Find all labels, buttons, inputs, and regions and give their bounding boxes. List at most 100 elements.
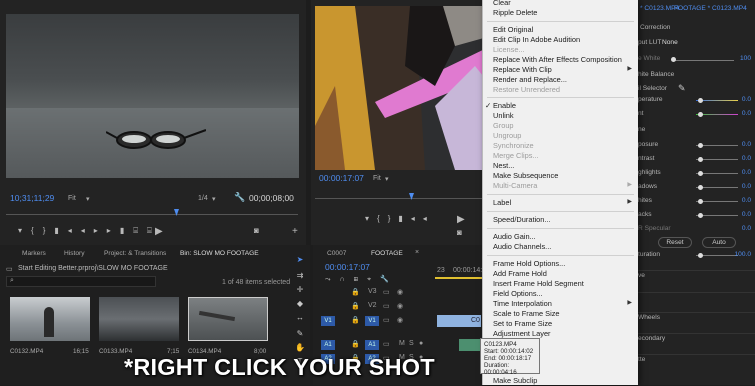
lumetri-footage-tab[interactable]: FOOTAGE * C0123.MP4 <box>674 5 747 12</box>
source-fit-dropdown[interactable]: Fit <box>68 195 76 202</box>
pen-tool-icon[interactable]: ✎ <box>295 329 305 339</box>
lock-icon[interactable]: 🔒 <box>351 288 360 296</box>
program-fit-dropdown[interactable]: Fit <box>373 175 381 182</box>
clip-thumbnail[interactable] <box>188 297 268 341</box>
sync-icon[interactable]: ▭ <box>383 316 390 324</box>
chevron-down-icon[interactable]: ▾ <box>385 175 389 183</box>
mute-button[interactable]: M <box>399 340 405 347</box>
lock-icon[interactable]: 🔒 <box>351 302 360 310</box>
eyedropper-icon[interactable]: ✎ <box>678 83 686 94</box>
creative-section[interactable]: ve <box>638 272 645 279</box>
eye-icon[interactable]: ◉ <box>397 316 403 324</box>
chevron-down-icon[interactable]: ▾ <box>212 195 216 203</box>
menu-item-enable[interactable]: Enable <box>493 101 516 111</box>
contrast-value[interactable]: 0.0 <box>742 154 751 164</box>
menu-item-field-options[interactable]: Field Options... <box>493 289 543 299</box>
menu-item-label[interactable]: Label <box>493 198 511 208</box>
menu-item-time-interpolation[interactable]: Time Interpolation <box>493 299 552 309</box>
clip-thumbnail[interactable] <box>99 297 179 341</box>
program-scrubber[interactable] <box>315 198 489 199</box>
source-timecode[interactable]: 10;31;11;29 <box>10 193 54 203</box>
track-target-a1[interactable]: A1 <box>365 340 379 350</box>
source-patch-v1[interactable]: V1 <box>321 316 335 326</box>
white-value[interactable]: 100 <box>740 55 751 62</box>
menu-item-nest[interactable]: Nest... <box>493 161 514 171</box>
menu-item-speed-duration[interactable]: Speed/Duration... <box>493 215 551 225</box>
color-wheels-section[interactable]: Wheels <box>638 314 660 321</box>
track-select-tool-icon[interactable]: ⇉ <box>295 271 305 281</box>
whites-value[interactable]: 0.0 <box>742 196 751 206</box>
temperature-value[interactable]: 0.0 <box>742 95 751 105</box>
menu-item-audio-gain[interactable]: Audio Gain... <box>493 232 536 242</box>
camera-icon[interactable]: ◙ <box>254 226 259 235</box>
auto-button[interactable]: Auto <box>702 237 736 248</box>
work-area-bar[interactable] <box>435 277 483 279</box>
sync-icon[interactable]: ▭ <box>383 340 390 348</box>
tab-bin[interactable]: Bin: SLOW MO FOOTAGE <box>180 250 259 257</box>
eye-icon[interactable]: ◉ <box>397 302 403 310</box>
tab-history[interactable]: History <box>64 250 85 257</box>
reset-button[interactable]: Reset <box>658 237 692 248</box>
chevron-down-icon[interactable]: ▾ <box>86 195 90 203</box>
shadows-value[interactable]: 0.0 <box>742 182 751 192</box>
tab-sequence-footage[interactable]: FOOTAGE <box>371 250 403 257</box>
menu-item-clear[interactable]: Clear <box>493 0 511 8</box>
menu-item-frame-hold-options[interactable]: Frame Hold Options... <box>493 259 565 269</box>
microphone-icon[interactable]: ● <box>419 340 423 347</box>
saturation-value[interactable]: 100.0 <box>734 250 751 260</box>
menu-item-set-to-frame-size[interactable]: Set to Frame Size <box>493 319 552 329</box>
menu-item-audio-channels[interactable]: Audio Channels... <box>493 242 551 252</box>
eye-icon[interactable]: ◉ <box>397 288 403 296</box>
tab-markers[interactable]: Markers <box>22 250 46 257</box>
menu-item-make-subsequence[interactable]: Make Subsequence <box>493 171 558 181</box>
vignette-section[interactable]: tte <box>638 356 645 363</box>
timeline-clip[interactable]: C0 <box>437 315 481 327</box>
menu-item-replace-ae-comp[interactable]: Replace With After Effects Composition <box>493 55 622 65</box>
track-target-v1[interactable]: V1 <box>365 316 379 326</box>
play-icon[interactable]: ▶ <box>155 226 163 237</box>
source-transport-controls[interactable]: ▾{}▮◂◂▸▸▮⌸⌸ <box>18 226 161 236</box>
slip-tool-icon[interactable]: ↔ <box>295 313 305 323</box>
razor-tool-icon[interactable]: ◆ <box>295 299 305 309</box>
bin-search-input[interactable]: ⌕ <box>6 276 156 287</box>
menu-item-render-and-replace[interactable]: Render and Replace... <box>493 75 567 85</box>
program-transport-controls[interactable]: ▾{}▮◂◂ <box>365 214 435 223</box>
clip-thumbnail[interactable] <box>10 297 90 341</box>
hand-tool-icon[interactable]: ✋ <box>295 343 305 353</box>
program-timecode[interactable]: 00:00:17:07 <box>319 173 364 183</box>
menu-item-replace-with-clip[interactable]: Replace With Clip <box>493 65 552 75</box>
camera-icon[interactable]: ◙ <box>457 228 462 237</box>
timeline-audio-clip[interactable] <box>459 339 481 351</box>
wrench-icon[interactable]: 🔧 <box>234 192 245 203</box>
source-scrubber[interactable] <box>6 214 298 215</box>
solo-button[interactable]: S <box>409 340 414 347</box>
tab-project[interactable]: Project: & Transitions <box>104 250 166 257</box>
hsl-secondary-section[interactable]: econdary <box>638 335 665 342</box>
timeline-tool-icons[interactable]: ⤳∩⊞⌖🔧 <box>325 275 425 285</box>
tint-value[interactable]: 0.0 <box>742 109 751 119</box>
play-icon[interactable]: ▶ <box>457 214 465 225</box>
menu-item-add-frame-hold[interactable]: Add Frame Hold <box>493 269 547 279</box>
menu-item-ripple-delete[interactable]: Ripple Delete <box>493 8 537 18</box>
menu-item-insert-frame-hold-segment[interactable]: Insert Frame Hold Segment <box>493 279 584 289</box>
menu-item-scale-to-frame-size[interactable]: Scale to Frame Size <box>493 309 560 319</box>
sync-icon[interactable]: ▭ <box>383 288 390 296</box>
menu-item-unlink[interactable]: Unlink <box>493 111 514 121</box>
lock-icon[interactable]: 🔒 <box>351 316 360 324</box>
menu-item-edit-original[interactable]: Edit Original <box>493 25 533 35</box>
menu-item-edit-in-audition[interactable]: Edit Clip In Adobe Audition <box>493 35 580 45</box>
lock-icon[interactable]: 🔒 <box>351 340 360 348</box>
timeline-timecode[interactable]: 00:00:17:07 <box>325 262 370 272</box>
input-lut-dropdown[interactable]: None <box>662 39 678 46</box>
source-resolution-dropdown[interactable]: 1/4 <box>198 195 208 202</box>
source-patch-a1[interactable]: A1 <box>321 340 335 350</box>
close-icon[interactable]: × <box>415 249 419 256</box>
sync-icon[interactable]: ▭ <box>383 302 390 310</box>
exposure-value[interactable]: 0.0 <box>742 140 751 150</box>
blacks-value[interactable]: 0.0 <box>742 210 751 220</box>
highlights-value[interactable]: 0.0 <box>742 168 751 178</box>
basic-correction-label[interactable]: Correction <box>640 24 670 31</box>
tab-sequence-c0007[interactable]: C0007 <box>327 250 346 257</box>
add-button-icon[interactable]: + <box>292 226 298 237</box>
selection-tool-icon[interactable]: ➤ <box>295 255 305 265</box>
